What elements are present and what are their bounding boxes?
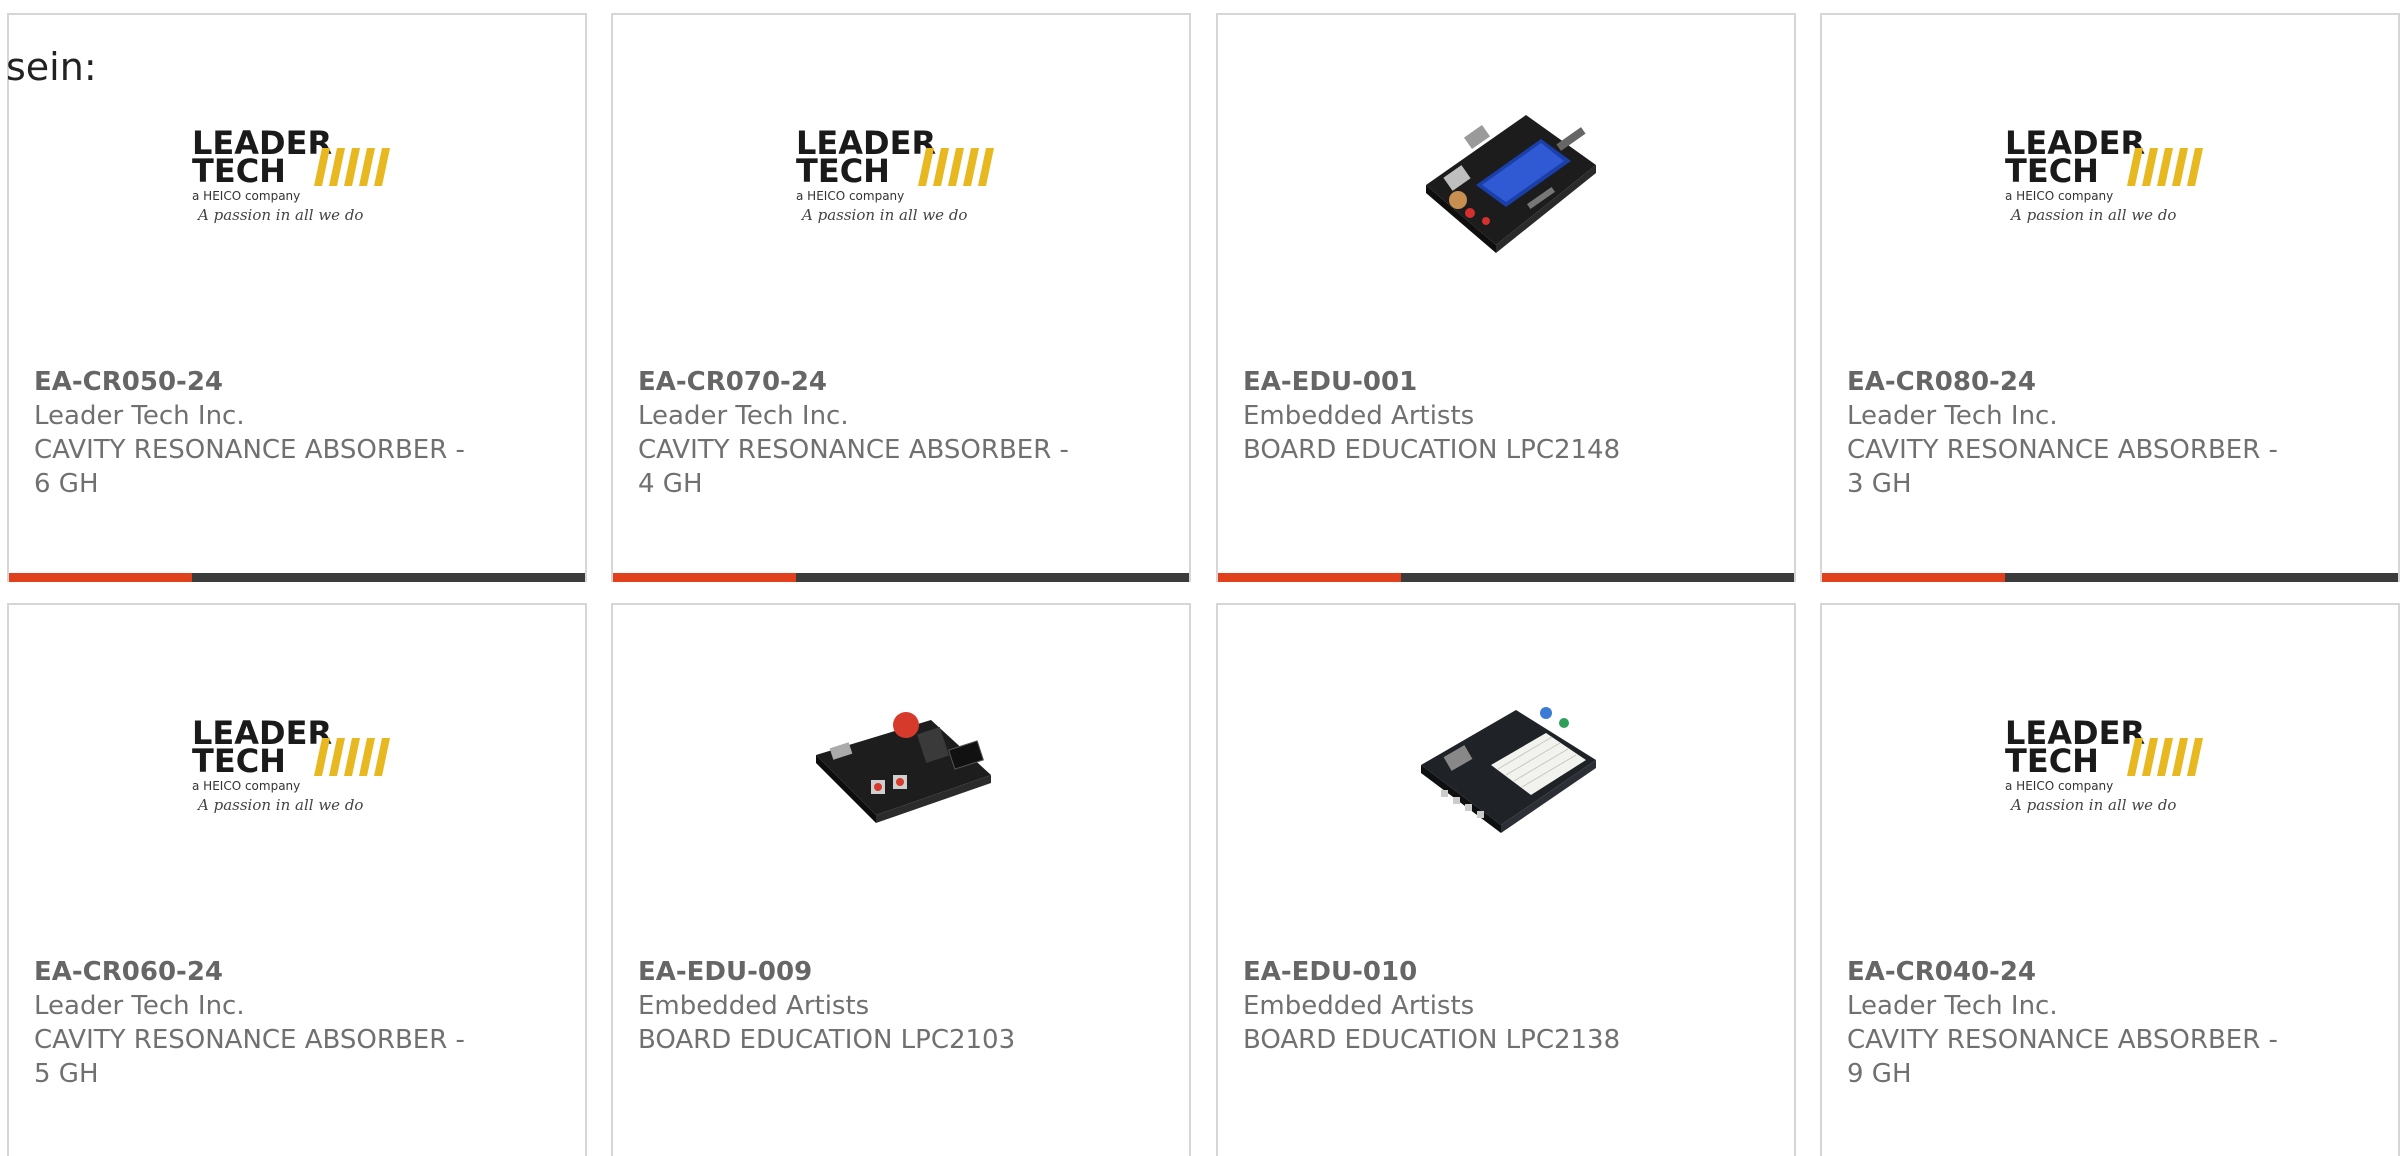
product-description-cont: 9 GH <box>1847 1059 1912 1089</box>
leader-tech-logo: LEADER TECH a HEICO company A passion in… <box>796 124 994 224</box>
product-card[interactable]: LEADER TECH a HEICO company A passion in… <box>7 603 587 1156</box>
product-sku[interactable]: EA-EDU-010 <box>1243 955 1683 989</box>
product-description: CAVITY RESONANCE ABSORBER - <box>638 435 1069 465</box>
product-manufacturer: Leader Tech Inc. <box>34 401 245 431</box>
circuit-board-breadboard-image <box>1421 707 1596 833</box>
svg-text:A passion in all we do: A passion in all we do <box>196 206 363 224</box>
product-description-cont: 4 GH <box>638 469 703 499</box>
leader-tech-logo: LEADER TECH a HEICO company A passion in… <box>192 124 390 224</box>
product-description: CAVITY RESONANCE ABSORBER - <box>34 1025 465 1055</box>
product-image[interactable]: LEADER TECH a HEICO company A passion in… <box>9 75 585 275</box>
product-card[interactable]: EA-EDU-010 Embedded Artists BOARD EDUCAT… <box>1216 603 1796 1156</box>
leader-tech-logo: LEADER TECH a HEICO company A passion in… <box>192 714 390 814</box>
product-manufacturer: Leader Tech Inc. <box>1847 991 2058 1021</box>
card-accent-bar <box>1822 573 2398 582</box>
product-description: CAVITY RESONANCE ABSORBER - <box>1847 435 2278 465</box>
svg-text:A passion in all we do: A passion in all we do <box>2009 796 2176 814</box>
intro-text: sein: <box>6 45 97 89</box>
product-manufacturer: Embedded Artists <box>1243 401 1475 431</box>
product-sku[interactable]: EA-CR040-24 <box>1847 955 2287 989</box>
product-card[interactable]: EA-EDU-001 Embedded Artists BOARD EDUCAT… <box>1216 13 1796 582</box>
product-image[interactable]: LEADER TECH a HEICO company A passion in… <box>613 75 1189 275</box>
product-manufacturer: Leader Tech Inc. <box>638 401 849 431</box>
product-image[interactable]: LEADER TECH a HEICO company A passion in… <box>9 665 585 865</box>
product-card[interactable]: LEADER TECH a HEICO company A passion in… <box>611 13 1191 582</box>
circuit-board-lcd-image <box>1426 115 1596 253</box>
product-sku[interactable]: EA-EDU-001 <box>1243 365 1683 399</box>
product-description-cont: 3 GH <box>1847 469 1912 499</box>
leader-tech-logo: LEADER TECH a HEICO company A passion in… <box>2005 714 2203 814</box>
svg-text:TECH: TECH <box>796 152 890 190</box>
svg-text:TECH: TECH <box>192 742 286 780</box>
circuit-board-small-image <box>816 712 991 823</box>
product-manufacturer: Leader Tech Inc. <box>1847 401 2058 431</box>
product-image[interactable] <box>1218 665 1794 865</box>
product-card[interactable]: LEADER TECH a HEICO company A passion in… <box>1820 13 2400 582</box>
svg-text:a HEICO company: a HEICO company <box>796 189 904 203</box>
product-card[interactable]: LEADER TECH a HEICO company A passion in… <box>7 13 587 582</box>
product-sku[interactable]: EA-CR080-24 <box>1847 365 2287 399</box>
product-description: BOARD EDUCATION LPC2138 <box>1243 1025 1621 1055</box>
product-description: BOARD EDUCATION LPC2103 <box>638 1025 1016 1055</box>
card-accent-bar <box>9 573 585 582</box>
product-description: CAVITY RESONANCE ABSORBER - <box>1847 1025 2278 1055</box>
product-sku[interactable]: EA-CR060-24 <box>34 955 474 989</box>
svg-text:A passion in all we do: A passion in all we do <box>2009 206 2176 224</box>
product-card[interactable]: EA-EDU-009 Embedded Artists BOARD EDUCAT… <box>611 603 1191 1156</box>
svg-text:a HEICO company: a HEICO company <box>2005 779 2113 793</box>
product-sku[interactable]: EA-CR070-24 <box>638 365 1078 399</box>
product-description-cont: 5 GH <box>34 1059 99 1089</box>
svg-text:TECH: TECH <box>192 152 286 190</box>
svg-text:TECH: TECH <box>2005 742 2099 780</box>
svg-text:TECH: TECH <box>2005 152 2099 190</box>
product-image[interactable] <box>613 665 1189 865</box>
product-image[interactable]: LEADER TECH a HEICO company A passion in… <box>1822 665 2398 865</box>
product-description: CAVITY RESONANCE ABSORBER - <box>34 435 465 465</box>
product-image[interactable]: LEADER TECH a HEICO company A passion in… <box>1822 75 2398 275</box>
product-sku[interactable]: EA-EDU-009 <box>638 955 1078 989</box>
product-description: BOARD EDUCATION LPC2148 <box>1243 435 1621 465</box>
card-accent-bar <box>613 573 1189 582</box>
leader-tech-logo: LEADER TECH a HEICO company A passion in… <box>2005 124 2203 224</box>
svg-text:A passion in all we do: A passion in all we do <box>196 796 363 814</box>
product-manufacturer: Embedded Artists <box>638 991 870 1021</box>
product-sku[interactable]: EA-CR050-24 <box>34 365 474 399</box>
product-description-cont: 6 GH <box>34 469 99 499</box>
product-card[interactable]: LEADER TECH a HEICO company A passion in… <box>1820 603 2400 1156</box>
svg-text:a HEICO company: a HEICO company <box>192 779 300 793</box>
svg-text:A passion in all we do: A passion in all we do <box>800 206 967 224</box>
product-manufacturer: Embedded Artists <box>1243 991 1475 1021</box>
card-accent-bar <box>1218 573 1794 582</box>
svg-text:a HEICO company: a HEICO company <box>2005 189 2113 203</box>
product-image[interactable] <box>1218 75 1794 275</box>
svg-text:a HEICO company: a HEICO company <box>192 189 300 203</box>
product-manufacturer: Leader Tech Inc. <box>34 991 245 1021</box>
